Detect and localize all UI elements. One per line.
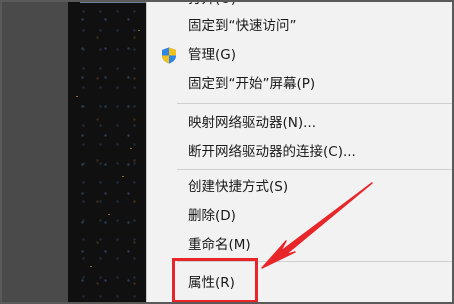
- menu-item-create-shortcut[interactable]: 创建快捷方式(S): [147, 174, 453, 200]
- uac-shield-icon: [162, 47, 176, 64]
- menu-item-delete[interactable]: 删除(D): [147, 203, 453, 229]
- menu-item-label: 打开(O): [188, 0, 236, 12]
- menu-item-label: 重命名(M): [188, 237, 251, 253]
- menu-item-label: 删除(D): [188, 208, 236, 224]
- menu-separator: [177, 169, 453, 170]
- menu-separator: [177, 103, 453, 104]
- background-panel: [0, 0, 68, 304]
- menu-item-label: 断开网络驱动器的连接(C)...: [188, 144, 356, 160]
- menu-item-disconnect-network-drive[interactable]: 断开网络驱动器的连接(C)...: [147, 139, 453, 165]
- window-edge: [80, 0, 146, 3]
- menu-item-label: 管理(G): [188, 47, 236, 63]
- menu-item-label: 固定到“快速访问”: [188, 18, 297, 34]
- menu-item-rename[interactable]: 重命名(M): [147, 232, 453, 258]
- menu-item-label: 创建快捷方式(S): [188, 179, 289, 195]
- highlight-box: [172, 258, 258, 303]
- menu-item-pin-start[interactable]: 固定到“开始”屏幕(P): [147, 71, 453, 97]
- menu-item-label: 映射网络驱动器(N)...: [188, 115, 317, 131]
- menu-item-pin-quick-access[interactable]: 固定到“快速访问”: [147, 13, 453, 39]
- menu-item-label: 固定到“开始”屏幕(P): [188, 76, 316, 92]
- menu-item-manage[interactable]: 管理(G): [147, 42, 453, 68]
- desktop-background: [68, 0, 146, 304]
- menu-item-map-network-drive[interactable]: 映射网络驱动器(N)...: [147, 110, 453, 136]
